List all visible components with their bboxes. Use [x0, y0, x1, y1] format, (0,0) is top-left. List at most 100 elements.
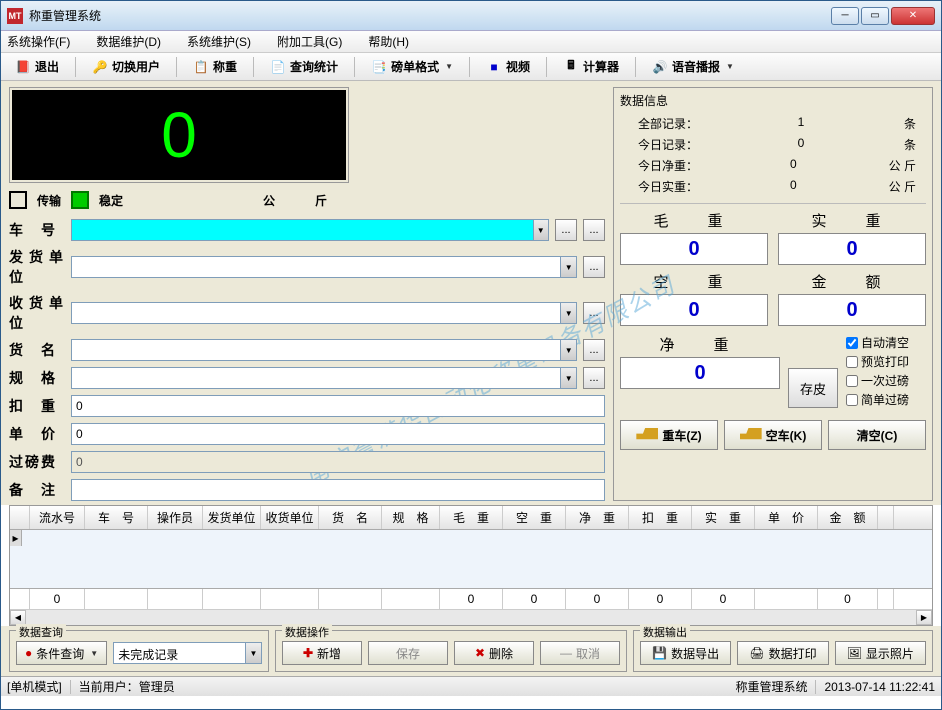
actual-label: 实 重	[778, 210, 926, 231]
disk-icon: 💾	[652, 646, 667, 660]
footer-cell	[10, 589, 30, 609]
price-label: 单 价	[9, 424, 65, 444]
column-header[interactable]: 实 重	[692, 506, 755, 529]
scroll-right-button[interactable]: ▶	[916, 610, 932, 625]
preview-check[interactable]: 预览打印	[846, 353, 926, 370]
cond-query-button[interactable]: ●条件查询▼	[16, 641, 107, 665]
menu-tools[interactable]: 附加工具(G)	[277, 33, 342, 50]
column-header[interactable]: 流水号	[30, 506, 85, 529]
video-button[interactable]: ■视频	[480, 56, 536, 77]
column-header[interactable]: 毛 重	[440, 506, 503, 529]
spec-label: 规 格	[9, 368, 65, 388]
exit-button[interactable]: 📕退出	[9, 56, 65, 77]
dropdown-icon[interactable]: ▼	[560, 368, 576, 388]
receiver-combo[interactable]: ▼	[71, 302, 577, 324]
footer-cell	[148, 589, 203, 609]
save-tare-button[interactable]: 存皮	[788, 368, 838, 408]
gross-value: 0	[620, 233, 768, 265]
once-check[interactable]: 一次过磅	[846, 372, 926, 389]
column-header[interactable]: 金 额	[818, 506, 878, 529]
column-header[interactable]: 规 格	[382, 506, 440, 529]
column-header[interactable]: 扣 重	[629, 506, 692, 529]
vehicle-combo[interactable]: ▼	[71, 219, 549, 241]
add-button[interactable]: ✚新增	[282, 641, 362, 665]
sender-combo[interactable]: ▼	[71, 256, 577, 278]
voice-button[interactable]: 🔊语音播报▼	[646, 56, 740, 77]
heavy-truck-button[interactable]: 重车(Z)	[620, 420, 718, 450]
empty-truck-button[interactable]: 空车(K)	[724, 420, 822, 450]
deduct-input[interactable]	[71, 395, 605, 417]
fee-input	[71, 451, 605, 473]
delete-button[interactable]: ✖删除	[454, 641, 534, 665]
goods-label: 货 名	[9, 340, 65, 360]
video-icon: ■	[486, 59, 502, 75]
transmit-label: 传输	[37, 192, 61, 209]
close-button[interactable]: ✕	[891, 7, 935, 25]
footer-cell	[755, 589, 818, 609]
switch-user-button[interactable]: 🔑切换用户	[86, 56, 166, 77]
receiver-browse-button[interactable]: ...	[583, 302, 605, 324]
clear-button[interactable]: 清空(C)	[828, 420, 926, 450]
truck-icon	[740, 428, 762, 442]
column-header[interactable]: 发货单位	[203, 506, 261, 529]
calculator-button[interactable]: 🖩计算器	[557, 56, 625, 77]
menu-system[interactable]: 系统操作(F)	[7, 33, 70, 50]
auto-clear-check[interactable]: 自动清空	[846, 334, 926, 351]
menu-data[interactable]: 数据维护(D)	[96, 33, 161, 50]
menu-help[interactable]: 帮助(H)	[368, 33, 409, 50]
footer-cell: 0	[629, 589, 692, 609]
row-marker: ▸	[10, 530, 22, 546]
incomplete-combo[interactable]: 未完成记录▼	[113, 642, 262, 664]
column-header[interactable]: 空 重	[503, 506, 566, 529]
query-group: 数据查询 ●条件查询▼ 未完成记录▼	[9, 630, 269, 672]
goods-combo[interactable]: ▼	[71, 339, 577, 361]
minimize-button[interactable]: ─	[831, 7, 859, 25]
footer-cell	[85, 589, 148, 609]
deduct-label: 扣 重	[9, 396, 65, 416]
print-button[interactable]: 🖨数据打印	[737, 641, 828, 665]
menu-maint[interactable]: 系统维护(S)	[187, 33, 251, 50]
footer-cell	[382, 589, 440, 609]
scroll-left-button[interactable]: ◀	[10, 610, 26, 625]
sender-label: 发货单位	[9, 247, 65, 287]
remark-label: 备 注	[9, 480, 65, 500]
footer-cell	[261, 589, 319, 609]
column-header[interactable]: 车 号	[85, 506, 148, 529]
calc-icon: 🖩	[563, 59, 579, 75]
sender-browse-button[interactable]: ...	[583, 256, 605, 278]
goods-browse-button[interactable]: ...	[583, 339, 605, 361]
column-header[interactable]: 单 价	[755, 506, 818, 529]
maximize-button[interactable]: ▭	[861, 7, 889, 25]
dropdown-icon[interactable]: ▼	[533, 220, 549, 240]
column-header[interactable]: 收货单位	[261, 506, 319, 529]
horizontal-scrollbar[interactable]: ◀▶	[10, 609, 932, 625]
price-input[interactable]	[71, 423, 605, 445]
spec-combo[interactable]: ▼	[71, 367, 577, 389]
speaker-icon: 🔊	[652, 59, 668, 75]
query-button[interactable]: 📄查询统计	[264, 56, 344, 77]
export-button[interactable]: 💾数据导出	[640, 641, 731, 665]
output-group: 数据输出 💾数据导出 🖨数据打印 🖼显示照片	[633, 630, 933, 672]
weigh-button[interactable]: 📋称重	[187, 56, 243, 77]
vehicle-browse2-button[interactable]: ...	[583, 219, 605, 241]
remark-input[interactable]	[71, 479, 605, 501]
simple-check[interactable]: 简单过磅	[846, 391, 926, 408]
column-header[interactable]: 操作员	[148, 506, 203, 529]
statusbar: [单机模式] 当前用户：管理员 称重管理系统 2013-07-14 11:22:…	[1, 676, 941, 696]
photo-button[interactable]: 🖼显示照片	[835, 641, 926, 665]
column-header[interactable]: 货 名	[319, 506, 382, 529]
ticket-format-button[interactable]: 📑磅单格式▼	[365, 56, 459, 77]
dropdown-icon[interactable]: ▼	[560, 340, 576, 360]
menubar: 系统操作(F) 数据维护(D) 系统维护(S) 附加工具(G) 帮助(H)	[1, 31, 941, 53]
footer-cell: 0	[440, 589, 503, 609]
vehicle-browse-button[interactable]: ...	[555, 219, 577, 241]
footer-cell	[203, 589, 261, 609]
data-grid[interactable]: 流水号车 号操作员发货单位收货单位货 名规 格毛 重空 重净 重扣 重实 重单 …	[9, 505, 933, 626]
dropdown-icon[interactable]: ▼	[560, 303, 576, 323]
unit-label: 公 斤	[263, 192, 341, 209]
column-header[interactable]	[878, 506, 894, 529]
spec-browse-button[interactable]: ...	[583, 367, 605, 389]
column-header[interactable]: 净 重	[566, 506, 629, 529]
column-header[interactable]	[10, 506, 30, 529]
dropdown-icon[interactable]: ▼	[560, 257, 576, 277]
